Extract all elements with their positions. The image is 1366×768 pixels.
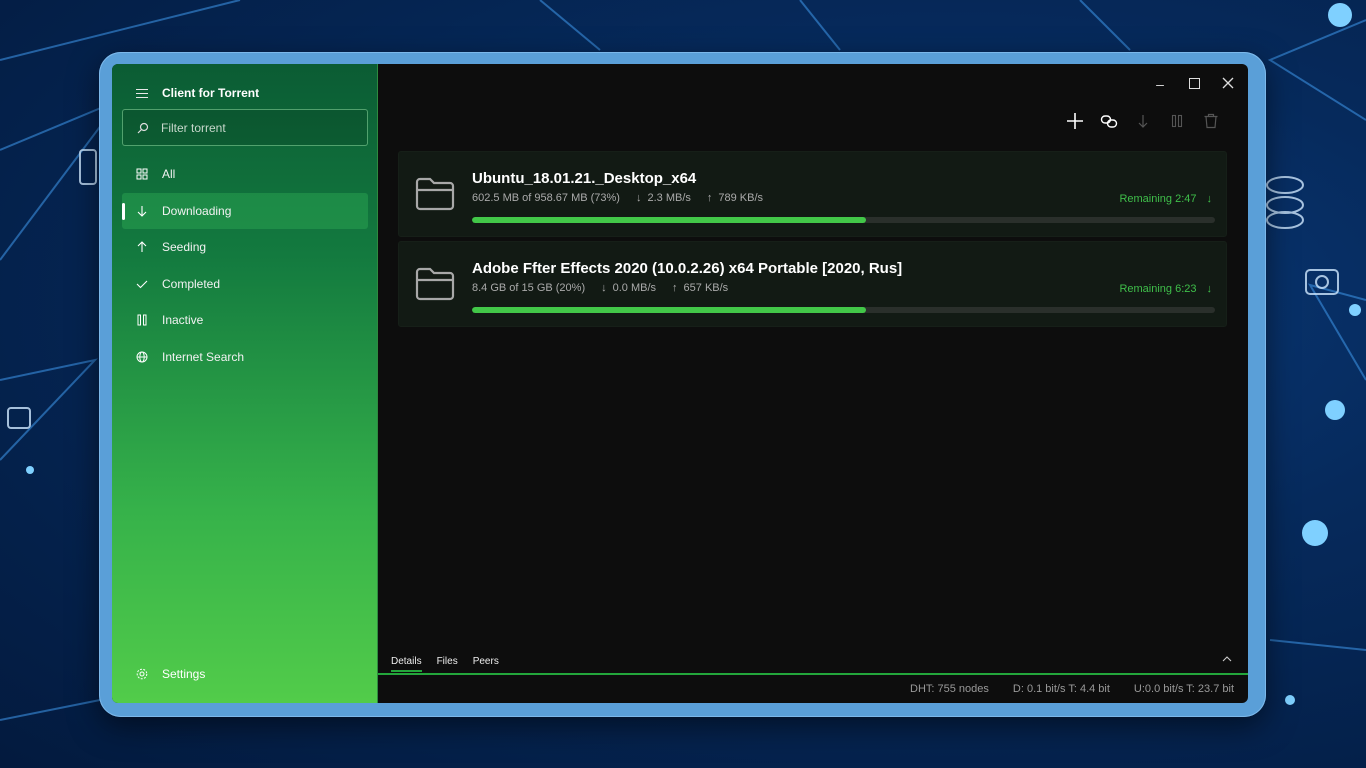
tab-files[interactable]: Files — [437, 656, 458, 667]
window-controls: – — [1154, 76, 1234, 92]
chevron-up-icon[interactable] — [1222, 654, 1232, 665]
arrow-up-icon — [136, 241, 148, 253]
upload-total: U:0.0 bit/s T: 23.7 bit — [1133, 683, 1234, 695]
sidebar-item-seeding[interactable]: Seeding — [122, 229, 368, 266]
folder-icon — [415, 266, 455, 307]
toolbar — [1066, 112, 1220, 130]
status-bar: DHT: 755 nodes D: 0.1 bit/s T: 4.4 bit U… — [910, 683, 1234, 695]
folder-icon — [415, 176, 455, 217]
app-title: Client for Torrent — [162, 86, 260, 100]
sidebar-item-label: Internet Search — [162, 349, 245, 364]
sidebar-item-label: All — [162, 167, 176, 182]
sidebar-item-inactive[interactable]: Inactive — [122, 302, 368, 339]
minimize-icon[interactable]: – — [1154, 76, 1166, 92]
download-speed: ↓ 2.3 MB/s — [636, 192, 691, 204]
arrow-up-icon: ↑ — [706, 192, 713, 204]
settings-label: Settings — [162, 667, 206, 681]
sidebar-item-label: Inactive — [162, 313, 204, 328]
sidebar-nav: All Downloading Seeding Completed Inacti… — [122, 156, 368, 375]
sidebar: Client for Torrent All Downloading — [112, 64, 378, 703]
download-icon[interactable] — [1134, 112, 1152, 130]
pause-icon[interactable] — [1168, 112, 1186, 130]
progress-fill — [472, 307, 866, 313]
download-status-icon: ↓ — [1206, 193, 1213, 205]
sidebar-item-label: Seeding — [162, 240, 207, 255]
filter-input[interactable] — [161, 120, 351, 135]
progress-fill — [472, 217, 866, 223]
details-tabs: Details Files Peers — [378, 649, 1248, 675]
filter-search-box[interactable] — [122, 109, 368, 146]
upload-speed-value: 789 KB/s — [718, 192, 764, 204]
gear-icon — [136, 668, 148, 680]
torrent-card[interactable]: Adobe Ffter Effects 2020 (10.0.2.26) x64… — [398, 241, 1227, 327]
sidebar-item-downloading[interactable]: Downloading — [122, 192, 368, 229]
torrent-name: Adobe Ffter Effects 2020 (10.0.2.26) x64… — [472, 260, 903, 277]
globe-icon — [136, 351, 148, 363]
torrent-stats: 8.4 GB of 15 GB (20%) ↓ 0.0 MB/s ↑ 657 KB/… — [472, 282, 728, 294]
check-icon — [136, 278, 148, 290]
hamburger-menu-icon[interactable] — [136, 88, 148, 98]
upload-speed: ↑ 789 KB/s — [707, 192, 763, 204]
sidebar-item-label: Downloading — [162, 203, 232, 218]
sidebar-item-label: Completed — [162, 276, 221, 291]
torrent-card[interactable]: Ubuntu_18.01.21._Desktop_x64 602.5 MB of… — [398, 151, 1227, 237]
upload-speed-value: 657 KB/s — [683, 282, 729, 294]
download-speed-value: 0.0 MB/s — [612, 282, 657, 294]
delete-icon[interactable] — [1202, 112, 1220, 130]
tab-details[interactable]: Details — [391, 656, 422, 672]
sidebar-item-internet-search[interactable]: Internet Search — [122, 339, 368, 376]
pause-icon — [136, 314, 148, 326]
dht-status: DHT: 755 nodes — [910, 683, 989, 695]
arrow-down-icon: ↓ — [635, 192, 642, 204]
arrow-down-icon: ↓ — [601, 282, 607, 294]
remaining-label: Remaining 2:47 — [1119, 193, 1197, 205]
maximize-icon[interactable] — [1188, 76, 1200, 92]
tab-peers[interactable]: Peers — [473, 656, 499, 667]
sidebar-item-completed[interactable]: Completed — [122, 266, 368, 303]
main-content: – Ubuntu_18.01.21._Desktop_x64 602.5 MB … — [378, 64, 1248, 703]
app-header: Client for Torrent — [136, 84, 259, 102]
download-status-icon: ↓ — [1206, 283, 1213, 295]
remaining-time: Remaining 6:23 ↓ — [1119, 283, 1212, 295]
download-speed-value: 2.3 MB/s — [647, 192, 691, 204]
search-icon — [137, 122, 149, 134]
download-speed: ↓ 0.0 MB/s — [601, 282, 656, 294]
add-icon[interactable] — [1066, 112, 1084, 130]
torrent-size: 602.5 MB of 958.67 MB (73%) — [472, 192, 620, 204]
app-window: Client for Torrent All Downloading — [112, 64, 1248, 703]
sidebar-item-settings[interactable]: Settings — [136, 667, 205, 681]
arrow-down-icon — [136, 205, 148, 217]
remaining-label: Remaining 6:23 — [1119, 283, 1197, 295]
arrow-up-icon: ↑ — [672, 282, 678, 294]
link-icon[interactable] — [1100, 112, 1118, 130]
remaining-time: Remaining 2:47 ↓ — [1119, 193, 1212, 205]
progress-bar — [472, 217, 1215, 223]
grid-icon — [136, 168, 148, 180]
sidebar-item-all[interactable]: All — [122, 156, 368, 193]
torrent-name: Ubuntu_18.01.21._Desktop_x64 — [472, 170, 697, 187]
download-total: D: 0.1 bit/s T: 4.4 bit — [1012, 683, 1110, 695]
torrent-size: 8.4 GB of 15 GB (20%) — [472, 282, 586, 294]
close-icon[interactable] — [1222, 76, 1234, 92]
torrent-stats: 602.5 MB of 958.67 MB (73%) ↓ 2.3 MB/s ↑ 7… — [472, 192, 763, 204]
upload-speed: ↑ 657 KB/s — [672, 282, 728, 294]
progress-bar — [472, 307, 1215, 313]
